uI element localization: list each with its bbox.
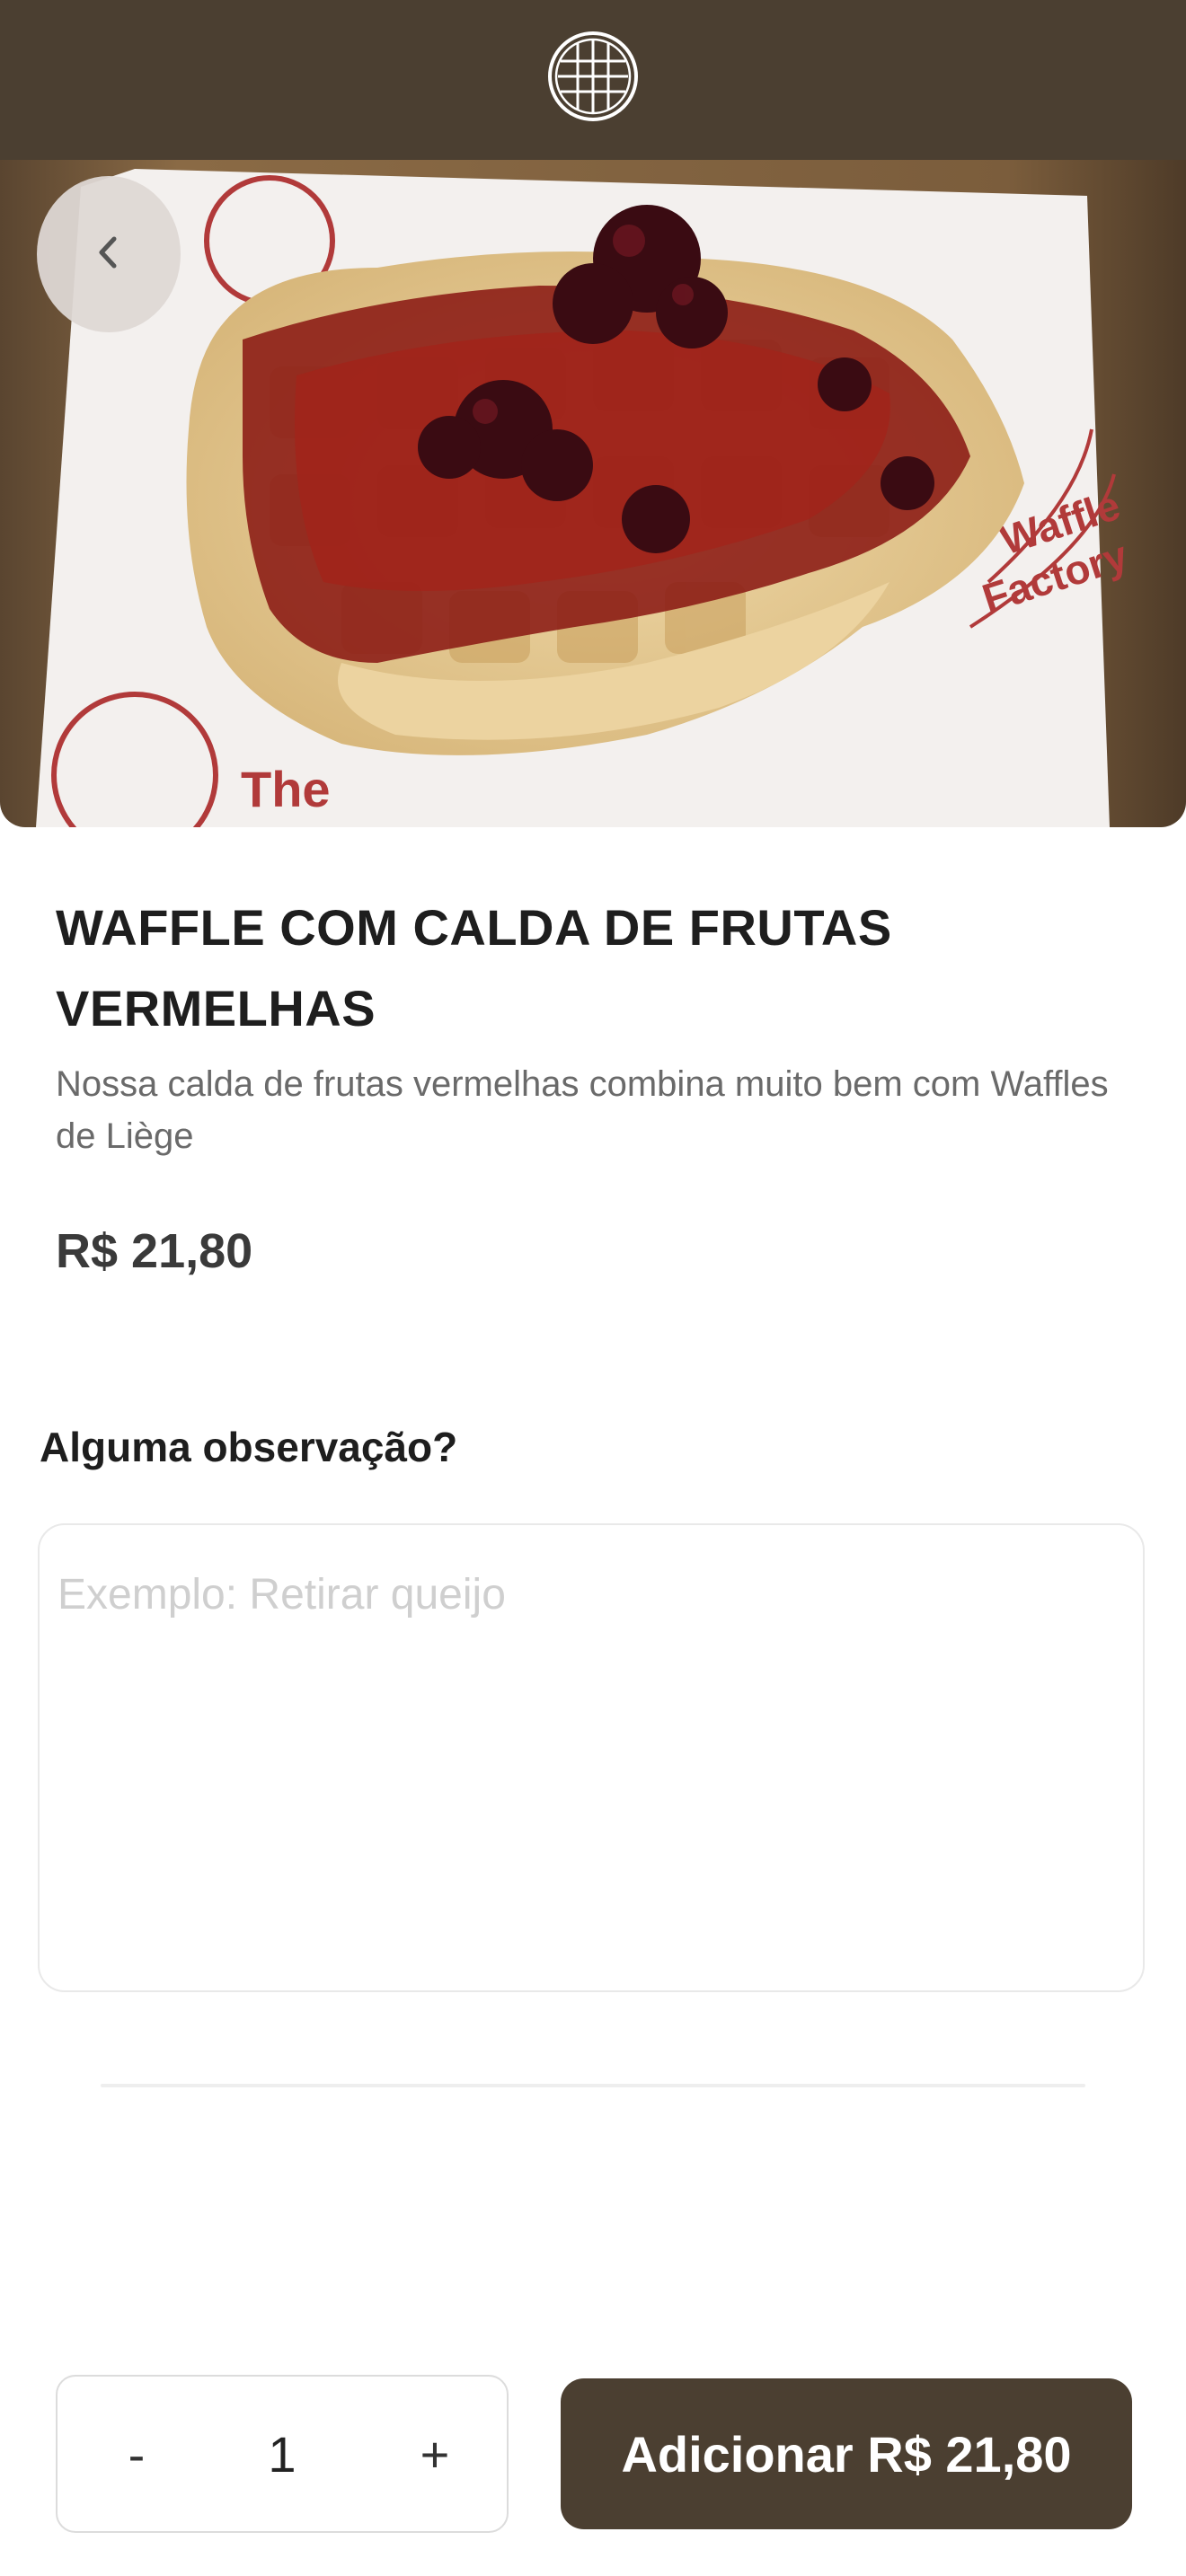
notes-input[interactable] [40,1525,1143,1990]
notes-container [38,1523,1145,1992]
quantity-value: 1 [268,2425,296,2483]
product-description: Nossa calda de frutas vermelhas combina … [56,1064,1109,1156]
top-bar [0,0,1186,160]
decrease-quantity-button[interactable]: - [83,2377,190,2531]
chevron-left-icon [91,230,127,279]
product-price: R$ 21,80 [56,1224,253,1278]
wrapper-print-text: The [241,761,331,817]
divider [101,2084,1085,2087]
back-button[interactable] [37,176,181,332]
add-to-cart-button[interactable]: Adicionar R$ 21,80 [561,2378,1132,2529]
waffle-logo-icon [546,25,640,128]
product-title: WAFFLE COM CALDA DE FRUTAS VERMELHAS [56,899,892,1037]
notes-label: Alguma observação? [40,1424,458,1470]
quantity-stepper: - 1 + [56,2375,509,2533]
increase-quantity-button[interactable]: + [381,2377,489,2531]
